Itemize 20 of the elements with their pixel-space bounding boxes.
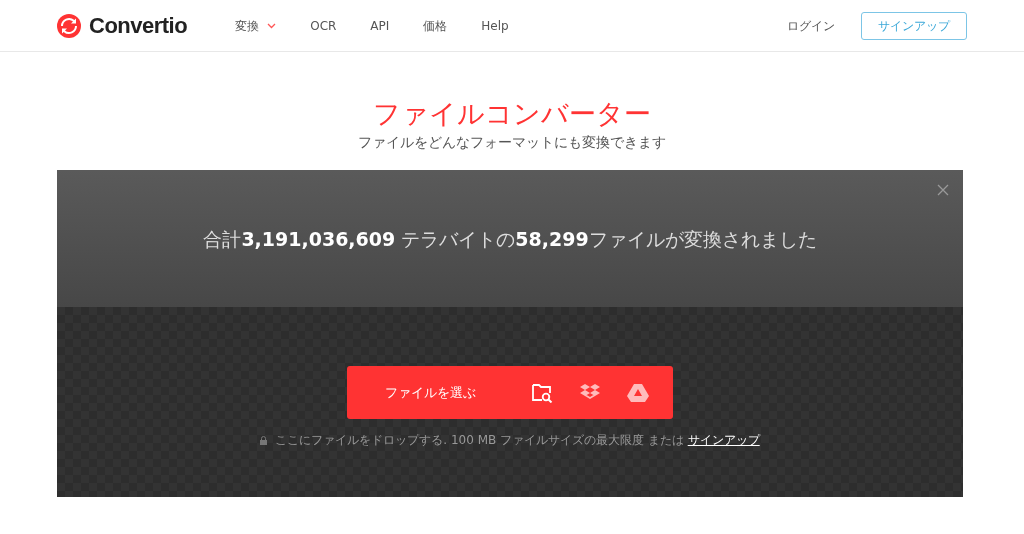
drop-zone[interactable]: ファイルを選ぶ ここにファイルをドロップする. 100 MB ファイルサイズの最大限度 または サインアップ — [57, 307, 963, 498]
lock-icon — [260, 435, 268, 445]
logo-text[interactable]: Convertio — [89, 9, 188, 42]
login-link[interactable]: ログイン — [787, 16, 835, 35]
nav-link[interactable]: API — [370, 16, 390, 35]
choose-file-button[interactable]: ファイルを選ぶ — [347, 366, 518, 420]
nav-link[interactable]: 変換 — [235, 16, 277, 35]
drop-hint: ここにファイルをドロップする. 100 MB ファイルサイズの最大限度 または サインアップ — [275, 432, 760, 450]
nav-link[interactable]: OCR — [310, 16, 337, 35]
logo-icon — [57, 13, 81, 38]
signup-link[interactable]: サインアップ — [687, 433, 760, 448]
page-title: ファイルコンバーター — [372, 98, 652, 131]
close-icon[interactable] — [937, 184, 949, 197]
stats-text: 合計3,191,036,609 テラバイトの58,299ファイルが変換されました — [203, 226, 817, 252]
chevron-down-icon — [267, 22, 277, 29]
triangle-icon — [627, 382, 649, 403]
page-subtitle: ファイルをどんなフォーマットにも変換できます — [357, 133, 667, 153]
folder-search-icon — [531, 382, 553, 403]
nav-link[interactable]: 価格 — [423, 16, 448, 35]
nav-link[interactable]: Help — [481, 16, 509, 35]
